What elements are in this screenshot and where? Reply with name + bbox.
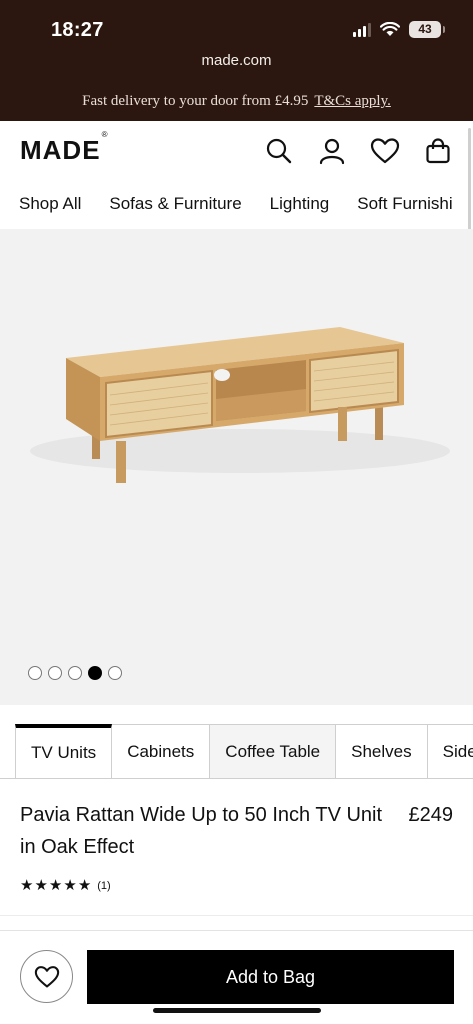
category-chip-side[interactable]: Side	[427, 724, 473, 779]
add-to-bag-button[interactable]: Add to Bag	[87, 950, 454, 1004]
category-chip-cabinets[interactable]: Cabinets	[112, 724, 211, 779]
gallery-dot[interactable]	[68, 666, 82, 680]
wishlist-icon[interactable]	[367, 133, 402, 168]
logo-registered-mark: ®	[101, 130, 109, 140]
site-header: MADE®	[0, 121, 473, 179]
product-price: £249	[408, 804, 454, 826]
star-icon: ★	[48, 877, 63, 894]
nav-item-sofas-furniture[interactable]: Sofas & Furniture	[95, 194, 255, 214]
account-icon[interactable]	[314, 133, 349, 168]
search-icon[interactable]	[261, 133, 296, 168]
category-chip-coffee-table[interactable]: Coffee Table	[210, 724, 337, 779]
battery-icon: 43	[409, 21, 445, 38]
gallery-dot[interactable]	[28, 666, 42, 680]
product-image	[30, 327, 450, 483]
header-actions	[261, 133, 455, 168]
bag-icon[interactable]	[420, 133, 455, 168]
heart-icon	[34, 965, 59, 987]
category-chips: TV Units Cabinets Coffee Table Shelves Side	[15, 724, 473, 779]
home-indicator[interactable]	[153, 1008, 321, 1013]
category-nav: Shop All Sofas & Furniture Lighting Soft…	[0, 179, 473, 229]
status-time: 18:27	[51, 19, 104, 41]
star-icon: ★	[77, 877, 92, 894]
star-icon: ★	[20, 877, 34, 894]
nav-item-shop-all[interactable]: Shop All	[0, 194, 95, 214]
category-chip-tv-units[interactable]: TV Units	[15, 724, 113, 779]
category-chip-shelves[interactable]: Shelves	[336, 724, 428, 779]
info-divider	[0, 915, 473, 916]
add-to-wishlist-button[interactable]	[20, 950, 73, 1003]
gallery-dot[interactable]	[48, 666, 62, 680]
product-title: Pavia Rattan Wide Up to 50 Inch TV Unit …	[20, 804, 383, 858]
nav-item-lighting[interactable]: Lighting	[256, 194, 344, 214]
url-bar[interactable]: made.com	[0, 52, 473, 69]
signal-icon	[353, 22, 371, 37]
product-rating[interactable]: ★ ★ ★ ★ ★ (1)	[20, 878, 111, 894]
product-gallery[interactable]	[0, 229, 473, 705]
promo-text: Fast delivery to your door from £4.95	[82, 93, 309, 109]
logo-text: MADE	[20, 135, 101, 165]
browser-chrome: 18:27 43 made.com Fast delivery to your …	[0, 0, 473, 121]
promo-banner: Fast delivery to your door from £4.95 T&C…	[0, 93, 473, 110]
made-logo[interactable]: MADE®	[20, 130, 108, 166]
wifi-icon	[380, 22, 400, 36]
promo-terms-link[interactable]: T&Cs apply.	[314, 93, 391, 109]
gallery-dots	[28, 666, 122, 680]
gallery-dot[interactable]	[108, 666, 122, 680]
gallery-dot[interactable]	[88, 666, 102, 680]
star-icon: ★	[63, 877, 77, 894]
review-count[interactable]: (1)	[97, 880, 110, 892]
status-icons: 43	[353, 21, 445, 38]
nav-item-soft-furnishings[interactable]: Soft Furnishi	[343, 194, 466, 214]
star-icon: ★	[34, 877, 48, 894]
chips-divider	[0, 778, 473, 779]
